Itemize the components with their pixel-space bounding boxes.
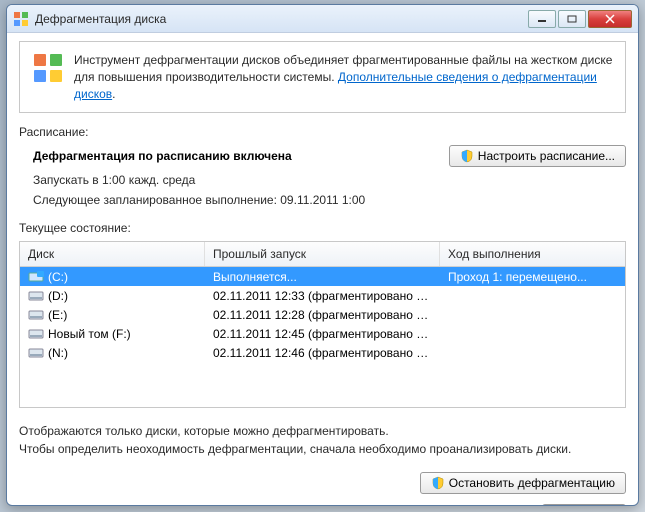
info-panel: Инструмент дефрагментации дисков объедин… [19, 41, 626, 113]
list-body: (C:) Выполняется...Проход 1: перемещено..… [20, 267, 625, 407]
disk-name: (C:) [48, 270, 68, 284]
schedule-block: Дефрагментация по расписанию включена На… [19, 145, 626, 207]
last-run-cell: 02.11.2011 12:33 (фрагментировано 0%) [205, 289, 440, 303]
schedule-run-at: Запускать в 1:00 кажд. среда [33, 173, 626, 187]
schedule-label: Расписание: [19, 125, 626, 139]
note-line2: Чтобы определить неоходимость дефрагмент… [19, 440, 626, 458]
titlebar[interactable]: Дефрагментация диска [7, 5, 638, 33]
maximize-button[interactable] [558, 10, 586, 28]
disk-icon [28, 309, 44, 321]
info-text: Инструмент дефрагментации дисков объедин… [74, 52, 613, 102]
column-disk[interactable]: Диск [20, 242, 205, 266]
defrag-large-icon [32, 52, 64, 84]
content-area: Инструмент дефрагментации дисков объедин… [7, 33, 638, 506]
window-title: Дефрагментация диска [35, 12, 528, 26]
column-progress[interactable]: Ход выполнения [440, 242, 615, 266]
disk-icon [28, 290, 44, 302]
progress-cell: Проход 1: перемещено... [440, 270, 615, 284]
column-last-run[interactable]: Прошлый запуск [205, 242, 440, 266]
configure-schedule-button[interactable]: Настроить расписание... [449, 145, 626, 167]
stop-defrag-button[interactable]: Остановить дефрагментацию [420, 472, 626, 494]
window-buttons [528, 10, 632, 28]
last-run-cell: 02.11.2011 12:45 (фрагментировано 0%) [205, 327, 440, 341]
disk-icon [28, 271, 44, 283]
list-header: Диск Прошлый запуск Ход выполнения [20, 242, 625, 267]
last-run-cell: Выполняется... [205, 270, 440, 284]
table-row[interactable]: (N:) 02.11.2011 12:46 (фрагментировано 0%… [20, 343, 625, 362]
table-row[interactable]: (D:) 02.11.2011 12:33 (фрагментировано 0%… [20, 286, 625, 305]
configure-schedule-label: Настроить расписание... [478, 149, 615, 163]
schedule-status: Дефрагментация по расписанию включена [33, 149, 449, 163]
schedule-next-run: Следующее запланированное выполнение: 09… [33, 193, 626, 207]
last-run-cell: 02.11.2011 12:46 (фрагментировано 0%) [205, 346, 440, 360]
disk-icon [28, 347, 44, 359]
table-row[interactable]: (C:) Выполняется...Проход 1: перемещено..… [20, 267, 625, 286]
close-button[interactable] [588, 10, 632, 28]
disk-icon [28, 328, 44, 340]
close-row: Закрыть [19, 504, 626, 506]
disk-name: (N:) [48, 346, 68, 360]
note-text: Отображаются только диски, которые можно… [19, 422, 626, 458]
table-row[interactable]: (E:) 02.11.2011 12:28 (фрагментировано 0%… [20, 305, 625, 324]
disk-list[interactable]: Диск Прошлый запуск Ход выполнения (C:) В… [19, 241, 626, 408]
disk-name: (E:) [48, 308, 67, 322]
defrag-window: Дефрагментация диска Инструмент дефрагме… [6, 4, 639, 506]
action-row: Остановить дефрагментацию [19, 472, 626, 494]
shield-icon [431, 476, 445, 490]
disk-name: Новый том (F:) [48, 327, 131, 341]
note-line1: Отображаются только диски, которые можно… [19, 422, 626, 440]
minimize-button[interactable] [528, 10, 556, 28]
defrag-app-icon [13, 11, 29, 27]
current-state-label: Текущее состояние: [19, 221, 626, 235]
close-dialog-button[interactable]: Закрыть [542, 504, 626, 506]
last-run-cell: 02.11.2011 12:28 (фрагментировано 0%) [205, 308, 440, 322]
disk-name: (D:) [48, 289, 68, 303]
stop-defrag-label: Остановить дефрагментацию [449, 476, 615, 490]
shield-icon [460, 149, 474, 163]
table-row[interactable]: Новый том (F:) 02.11.2011 12:45 (фрагмент… [20, 324, 625, 343]
